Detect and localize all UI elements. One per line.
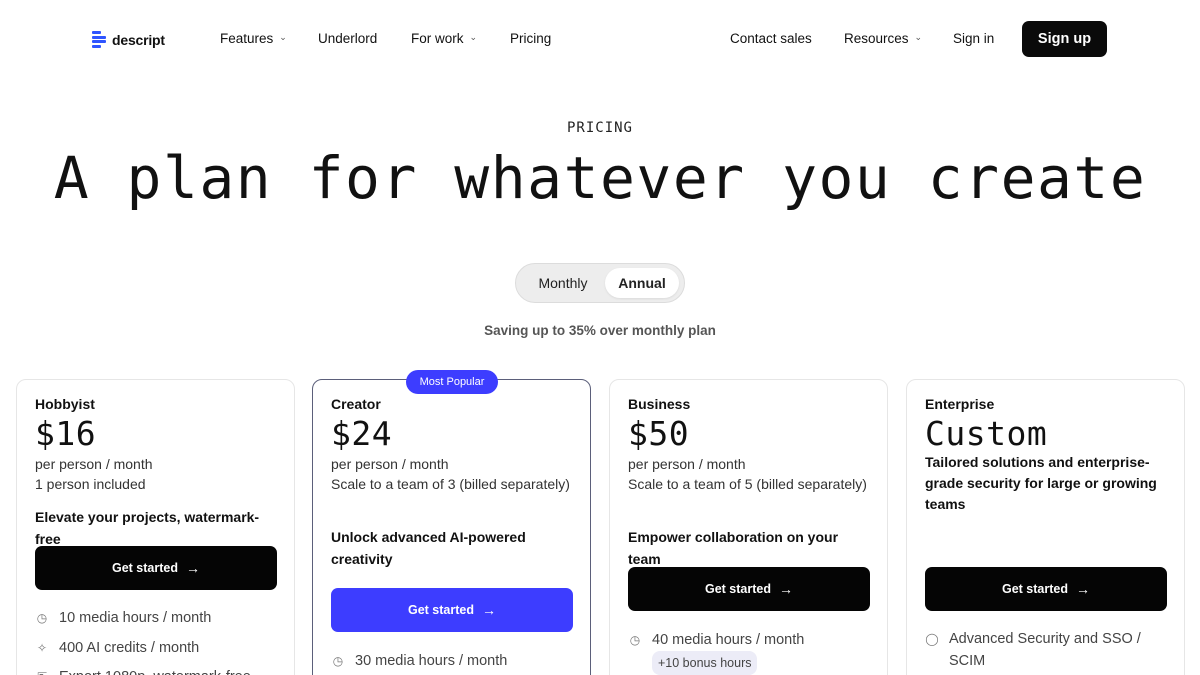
nav-pricing[interactable]: Pricing — [510, 31, 551, 46]
plan-feature: ⇱ Export 1080p, watermark-free — [35, 666, 275, 675]
plan-card-hobbyist: Hobbyist $16 per person / month 1 person… — [16, 379, 295, 675]
get-started-label: Get started — [705, 582, 771, 596]
nav-sign-in[interactable]: Sign in — [953, 31, 994, 46]
feature-text: 400 AI credits / month — [59, 640, 200, 656]
top-nav: descript Features ⌄ Underlord For work ⌄… — [0, 0, 1200, 78]
get-started-label: Get started — [408, 603, 474, 617]
plan-name: Hobbyist — [35, 396, 95, 412]
nav-sign-in-label: Sign in — [953, 31, 995, 46]
plan-price: $50 — [628, 414, 690, 453]
chevron-down-icon: ⌄ — [914, 32, 923, 42]
plan-price-unit: per person / month — [331, 456, 449, 472]
feature-text: Export 1080p, watermark-free — [59, 666, 251, 675]
feature-text: 40 media hours / month — [652, 632, 805, 648]
get-started-button[interactable]: Get started → — [628, 567, 870, 611]
export-icon: ⇱ — [35, 666, 49, 675]
plan-tagline: Unlock advanced AI-powered creativity — [331, 529, 526, 567]
plan-name: Enterprise — [925, 396, 995, 412]
billing-monthly-option[interactable]: Monthly — [522, 268, 604, 298]
feature-text: Advanced Security and SSO / SCIM — [949, 631, 1141, 669]
page-eyebrow: PRICING — [566, 120, 633, 136]
get-started-button[interactable]: Get started → — [331, 588, 573, 632]
chevron-down-icon: ⌄ — [279, 32, 287, 42]
plan-card-business: Business $50 per person / month Scale to… — [609, 379, 888, 675]
sparkle-icon: ✧ — [36, 641, 48, 655]
plan-tagline: Empower collaboration on your team — [628, 529, 839, 567]
plan-price: Custom — [925, 414, 1048, 453]
nav-resources[interactable]: Resources ⌄ — [844, 31, 922, 46]
nav-resources-label: Resources — [844, 31, 909, 46]
feature-text: 10 media hours / month — [59, 610, 212, 626]
plan-card-enterprise: Enterprise Custom Tailored solutions and… — [906, 379, 1185, 675]
clock-icon: ◷ — [36, 611, 48, 625]
nav-features[interactable]: Features ⌄ — [220, 31, 287, 46]
plan-price-unit: per person / month — [35, 456, 153, 472]
plan-feature: ◷ 40 media hours / month +10 bonus hours — [628, 629, 868, 675]
sign-up-button[interactable]: Sign up — [1022, 21, 1107, 57]
arrow-right-icon: → — [482, 602, 496, 618]
nav-underlord-label: Underlord — [318, 31, 378, 46]
logo-icon — [92, 31, 106, 48]
nav-features-label: Features — [220, 31, 274, 46]
chevron-down-icon: ⌄ — [469, 32, 478, 42]
feature-text: 30 media hours / month — [355, 653, 508, 669]
nav-pricing-label: Pricing — [510, 31, 552, 46]
plan-feature: ◷ 10 media hours / month — [35, 607, 275, 629]
nav-contact-sales[interactable]: Contact sales — [730, 31, 812, 46]
plan-feature: ◯ Advanced Security and SSO / SCIM — [925, 628, 1165, 672]
get-started-label: Get started — [1002, 582, 1068, 596]
bonus-hours-badge: +10 bonus hours — [652, 651, 758, 675]
page-title: A plan for whatever you create — [53, 144, 1147, 212]
plan-price: $16 — [35, 414, 97, 453]
clock-icon: ◷ — [332, 654, 344, 668]
nav-for-work-label: For work — [411, 31, 464, 46]
plan-description: Tailored solutions and enterprise-grade … — [925, 454, 1157, 512]
arrow-right-icon: → — [1076, 581, 1090, 597]
get-started-label: Get started — [112, 561, 178, 575]
plan-price: $24 — [331, 414, 393, 453]
plan-tagline: Elevate your projects, watermark-free — [35, 509, 260, 547]
plan-name: Creator — [331, 396, 381, 412]
logo-text: descript — [112, 31, 165, 48]
billing-annual-option[interactable]: Annual — [605, 268, 679, 298]
plan-feature: ◷ 30 media hours / month — [331, 650, 571, 672]
plan-seats: 1 person included — [35, 476, 146, 492]
arrow-right-icon: → — [779, 581, 793, 597]
shield-icon: ◯ — [925, 632, 939, 646]
billing-toggle: Monthly Annual — [515, 263, 685, 303]
clock-icon: ◷ — [629, 633, 641, 647]
get-started-button[interactable]: Get started → — [35, 546, 277, 590]
plan-seats: Scale to a team of 5 (billed separately) — [628, 476, 867, 492]
nav-contact-sales-label: Contact sales — [730, 31, 812, 46]
nav-underlord[interactable]: Underlord — [318, 31, 377, 46]
plan-price-unit: per person / month — [628, 456, 746, 472]
get-started-button[interactable]: Get started → — [925, 567, 1167, 611]
descript-logo[interactable]: descript — [92, 31, 165, 48]
most-popular-badge: Most Popular — [406, 370, 498, 394]
saving-note: Saving up to 35% over monthly plan — [484, 323, 716, 338]
plan-card-creator: Most Popular Creator $24 per person / mo… — [312, 370, 591, 675]
plan-feature: ✧ 400 AI credits / month — [35, 637, 275, 659]
plan-seats: Scale to a team of 3 (billed separately) — [331, 476, 570, 492]
nav-for-work[interactable]: For work ⌄ — [411, 31, 477, 46]
arrow-right-icon: → — [186, 560, 200, 576]
plan-name: Business — [628, 396, 691, 412]
